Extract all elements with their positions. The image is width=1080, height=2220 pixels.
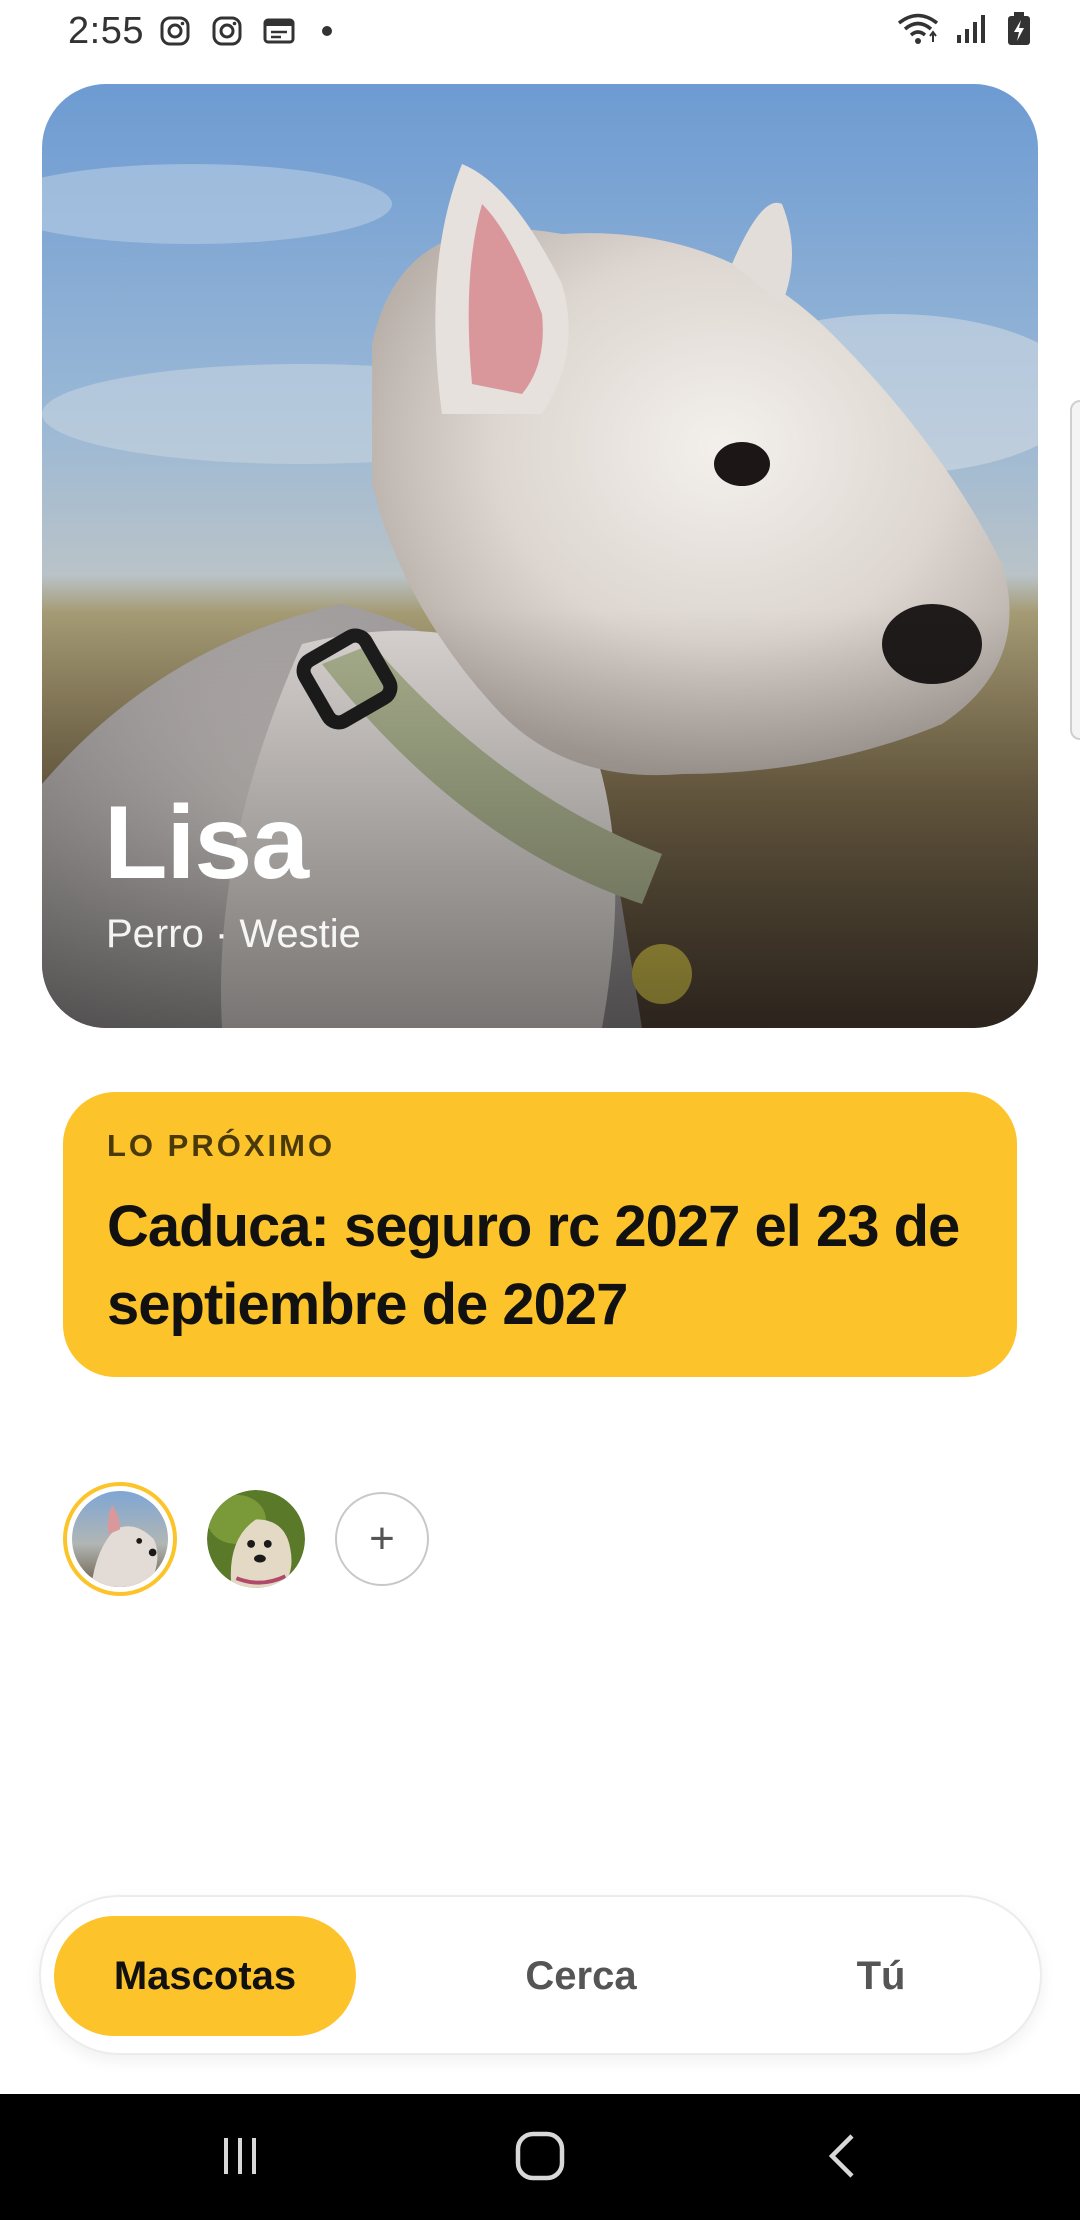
- instagram-icon: [158, 14, 192, 48]
- battery-charging-icon: [1002, 12, 1036, 46]
- status-icons-right: [896, 12, 1036, 46]
- nav-tab-tu[interactable]: Tú: [781, 1916, 981, 2036]
- recent-apps-icon[interactable]: [208, 2124, 272, 2188]
- upcoming-text: Caduca: seguro rc 2027 el 23 de septiemb…: [107, 1194, 960, 1337]
- pet-name: Lisa: [104, 785, 309, 901]
- upcoming-label: LO PRÓXIMO: [107, 1128, 336, 1163]
- pet-hero-card[interactable]: Lisa Perro · Westie: [42, 84, 1038, 1028]
- nav-tab-mascotas[interactable]: Mascotas: [54, 1916, 356, 2036]
- status-time: 2:55: [68, 10, 144, 52]
- status-bar: 2:55: [0, 0, 1080, 64]
- pet-switcher: +: [63, 1482, 429, 1596]
- notification-dot: [322, 26, 332, 36]
- status-icons-left: [158, 14, 332, 48]
- calendar-icon: [262, 14, 296, 48]
- pet-avatar-selected[interactable]: [63, 1482, 177, 1596]
- signal-icon: [954, 12, 988, 46]
- edge-panel-handle[interactable]: [1070, 400, 1080, 740]
- system-nav-bar: [0, 2094, 1080, 2220]
- bottom-nav: Mascotas Cerca Tú: [39, 1895, 1042, 2055]
- avatar-photo: [72, 1491, 168, 1587]
- pet-avatar[interactable]: [207, 1490, 305, 1588]
- nav-tab-cerca[interactable]: Cerca: [441, 1916, 721, 2036]
- pet-subtitle: Perro · Westie: [106, 912, 361, 956]
- instagram-icon: [210, 14, 244, 48]
- avatar-photo: [207, 1490, 305, 1588]
- wifi-icon: [896, 12, 940, 46]
- add-pet-button[interactable]: +: [335, 1492, 429, 1586]
- back-icon[interactable]: [812, 2124, 876, 2188]
- home-icon[interactable]: [508, 2124, 572, 2188]
- upcoming-card[interactable]: LO PRÓXIMO Caduca: seguro rc 2027 el 23 …: [63, 1092, 1017, 1377]
